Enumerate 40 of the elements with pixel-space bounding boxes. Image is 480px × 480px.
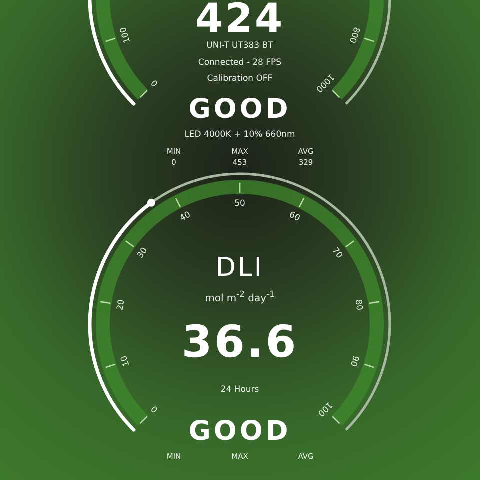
tick-mark bbox=[140, 90, 148, 98]
tick-mark bbox=[364, 38, 374, 42]
tick-mark bbox=[239, 183, 241, 193]
tick-mark bbox=[346, 240, 354, 248]
value-readout: 424 bbox=[195, 0, 285, 38]
tick-label: 0 bbox=[150, 403, 161, 414]
tick-label: 80 bbox=[352, 299, 364, 312]
info-text: 24 Hours bbox=[220, 384, 260, 398]
tick-mark bbox=[175, 198, 182, 208]
gauge-title: DLI bbox=[216, 254, 264, 282]
tick-label: 90 bbox=[348, 354, 361, 368]
info-text: Connected - 28 FPS bbox=[198, 56, 282, 70]
tick-label: 100 bbox=[316, 400, 334, 418]
tick-label: 50 bbox=[234, 199, 246, 209]
tick-label: 30 bbox=[136, 246, 150, 261]
unit-label: mol m$^{-2}$ day$^{-1}$ bbox=[205, 288, 275, 306]
tick-mark bbox=[106, 38, 116, 42]
tick-label: 40 bbox=[178, 210, 193, 224]
info-text: Calibration OFF bbox=[207, 73, 273, 86]
tick-mark bbox=[298, 198, 305, 208]
value-readout: 36.6 bbox=[182, 320, 298, 366]
tick-mark bbox=[106, 364, 116, 368]
tick-mark bbox=[369, 301, 380, 304]
tick-label: 800 bbox=[346, 26, 362, 44]
tick-label: 0 bbox=[150, 77, 161, 88]
tick-label: 20 bbox=[116, 299, 128, 312]
tick-label: 10 bbox=[119, 354, 132, 368]
tick-mark bbox=[332, 416, 340, 424]
tick-label: 100 bbox=[118, 26, 134, 44]
tick-label: 60 bbox=[287, 210, 302, 224]
tick-mark bbox=[100, 301, 111, 304]
tick-mark bbox=[364, 364, 374, 368]
tick-mark bbox=[140, 416, 148, 424]
value-dot bbox=[147, 198, 156, 207]
tick-label: 70 bbox=[330, 246, 344, 261]
status-label: GOOD bbox=[188, 416, 292, 447]
light-source-label: LED 4000K + 10% 660nm bbox=[184, 128, 296, 142]
status-label: GOOD bbox=[188, 94, 292, 124]
tick-mark bbox=[126, 240, 134, 248]
info-text: UNI-T UT383 BT bbox=[206, 40, 274, 53]
